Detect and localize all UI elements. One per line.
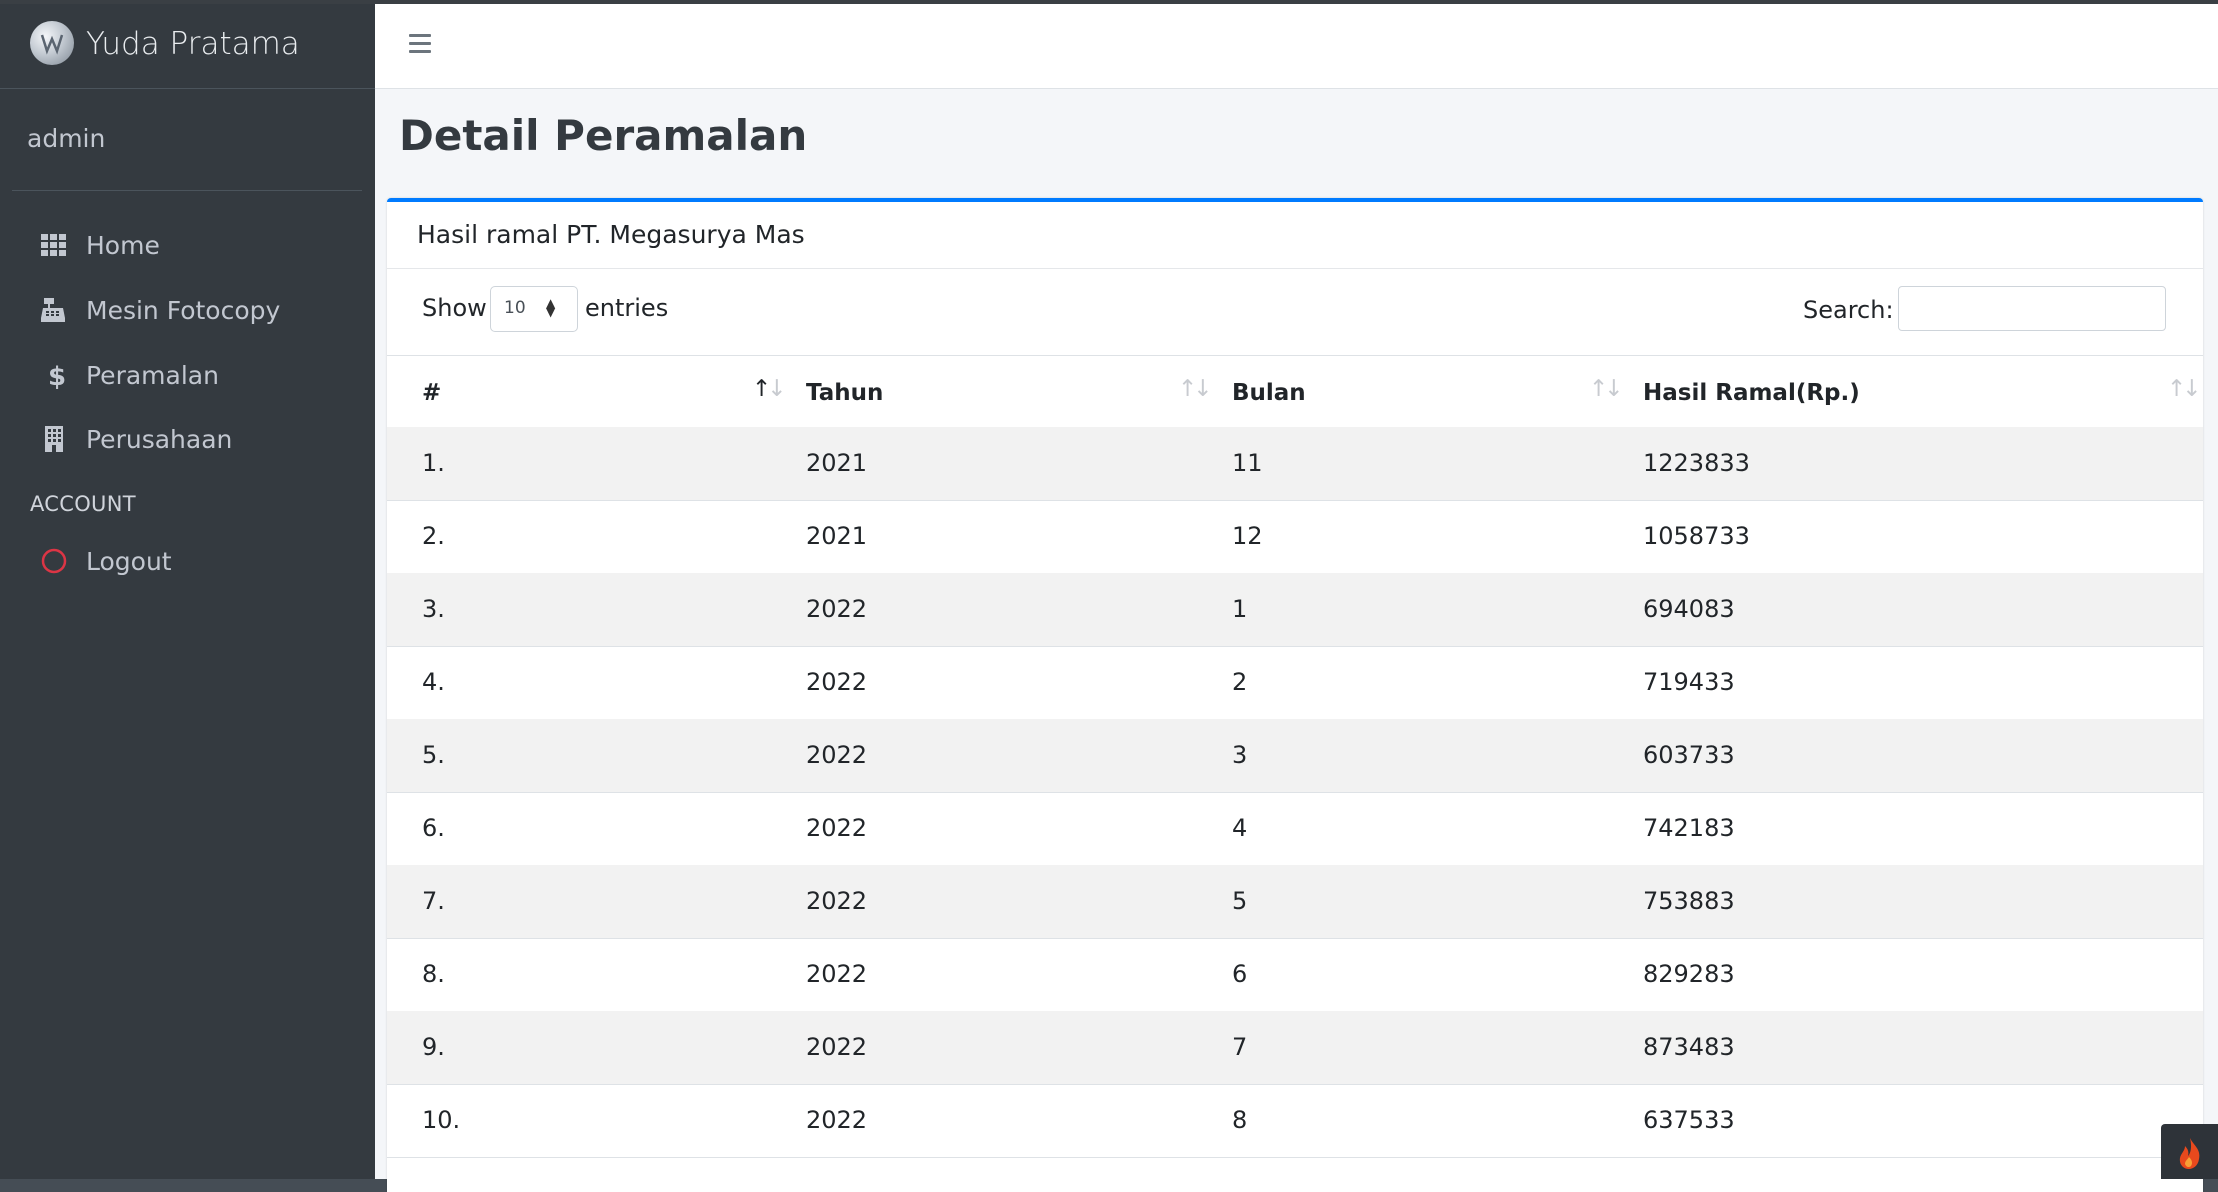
cell-tahun: 2022 (806, 595, 868, 623)
table-row: 4. 2022 2 719433 (387, 646, 2203, 720)
sort-icon: ↑↓ (2167, 376, 2201, 402)
column-header-label: Bulan (1232, 380, 1306, 406)
forecast-card: Hasil ramal PT. Megasurya Mas Show 10 ▲ ▼… (387, 198, 2203, 1192)
cell-tahun: 2021 (806, 449, 868, 477)
column-header-label: Hasil Ramal(Rp.) (1643, 380, 1860, 406)
length-show-label: Show (422, 294, 487, 322)
sidebar-item-peramalan[interactable]: $ Peramalan (20, 347, 360, 403)
brand-logo (30, 21, 74, 65)
length-entries-label: entries (585, 294, 669, 322)
building-icon (40, 425, 70, 455)
account-header: ACCOUNT (30, 492, 136, 516)
cell-hasil-ramal: 873483 (1643, 1033, 1735, 1061)
sidebar-item-perusahaan[interactable]: Perusahaan (20, 411, 360, 467)
cell-number: 4. (422, 668, 445, 696)
grid-icon (40, 231, 70, 261)
cell-tahun: 2022 (806, 814, 868, 842)
user-name[interactable]: admin (27, 124, 105, 153)
table-row: 10. 2022 8 637533 (387, 1084, 2203, 1158)
cell-tahun: 2022 (806, 741, 868, 769)
select-arrows-icon: ▲ ▼ (546, 296, 556, 319)
cell-tahun: 2021 (806, 522, 868, 550)
cell-number: 3. (422, 595, 445, 623)
column-header-label: Tahun (806, 380, 884, 406)
cell-bulan: 12 (1232, 522, 1263, 550)
cell-number: 8. (422, 960, 445, 988)
cell-number: 2. (422, 522, 445, 550)
entries-select[interactable]: 10 ▲ ▼ (490, 286, 578, 332)
cell-hasil-ramal: 694083 (1643, 595, 1735, 623)
cell-bulan: 1 (1232, 595, 1248, 623)
cell-number: 1. (422, 449, 445, 477)
entries-select-value: 10 (504, 298, 526, 318)
cash-register-icon (40, 296, 70, 326)
svg-text:$: $ (48, 362, 66, 389)
sidebar-item-label: Perusahaan (86, 425, 233, 454)
cell-hasil-ramal: 1223833 (1643, 449, 1750, 477)
cell-tahun: 2022 (806, 668, 868, 696)
cell-bulan: 7 (1232, 1033, 1248, 1061)
table-row: 2. 2021 12 1058733 (387, 500, 2203, 574)
cell-number: 5. (422, 741, 445, 769)
cell-tahun: 2022 (806, 887, 868, 915)
cell-number: 6. (422, 814, 445, 842)
cell-bulan: 5 (1232, 887, 1248, 915)
table-row: 8. 2022 6 829283 (387, 938, 2203, 1012)
debug-toolbar-button[interactable] (2161, 1124, 2218, 1179)
cell-bulan: 6 (1232, 960, 1248, 988)
cell-hasil-ramal: 637533 (1643, 1106, 1735, 1134)
table-row: 6. 2022 4 742183 (387, 792, 2203, 866)
table-row: 3. 2022 1 694083 (387, 573, 2203, 647)
cell-number: 7. (422, 887, 445, 915)
sidebar-item-mesin-fotocopy[interactable]: Mesin Fotocopy (20, 282, 360, 338)
table-row: 5. 2022 3 603733 (387, 719, 2203, 793)
circle-icon (40, 547, 70, 577)
sidebar: Yuda Pratama admin Home Mesin Fotocopy $… (0, 4, 375, 1179)
search-label: Search: (1803, 296, 1894, 324)
brand-text: Yuda Pratama (86, 26, 300, 62)
sort-icon: ↑↓ (1589, 376, 1623, 402)
card-header: Hasil ramal PT. Megasurya Mas (387, 202, 2203, 269)
cell-bulan: 2 (1232, 668, 1248, 696)
user-panel: admin (12, 88, 362, 191)
dollar-icon: $ (40, 361, 70, 392)
cell-bulan: 11 (1232, 449, 1263, 477)
cell-hasil-ramal: 829283 (1643, 960, 1735, 988)
flame-icon (2179, 1138, 2200, 1169)
sidebar-item-logout[interactable]: Logout (20, 533, 360, 589)
sidebar-item-label: Mesin Fotocopy (86, 296, 281, 325)
table-row: 9. 2022 7 873483 (387, 1011, 2203, 1085)
sidebar-item-label: Home (86, 231, 160, 260)
search-input[interactable] (1898, 286, 2166, 331)
column-header-label: # (422, 380, 442, 406)
brand-link[interactable]: Yuda Pratama (0, 4, 375, 89)
table-row: 7. 2022 5 753883 (387, 865, 2203, 939)
table-header: # ↑↓ Tahun ↑↓ Bulan ↑↓ Hasil Ramal(Rp.) … (387, 355, 2203, 431)
sort-asc-icon: ↑↓ (752, 376, 787, 402)
sort-icon: ↑↓ (1178, 376, 1212, 402)
content-wrapper: Detail Peramalan Hasil ramal PT. Megasur… (375, 89, 2218, 1192)
table-row: 1. 2021 11 1223833 (387, 427, 2203, 501)
cell-tahun: 2022 (806, 960, 868, 988)
cell-hasil-ramal: 742183 (1643, 814, 1735, 842)
cell-hasil-ramal: 753883 (1643, 887, 1735, 915)
sidebar-item-label: Logout (86, 547, 172, 576)
cell-bulan: 4 (1232, 814, 1248, 842)
cell-tahun: 2022 (806, 1106, 868, 1134)
cell-bulan: 8 (1232, 1106, 1248, 1134)
cell-number: 9. (422, 1033, 445, 1061)
cell-number: 10. (422, 1106, 461, 1134)
card-title: Hasil ramal PT. Megasurya Mas (417, 220, 805, 249)
cell-hasil-ramal: 603733 (1643, 741, 1735, 769)
cell-hasil-ramal: 719433 (1643, 668, 1735, 696)
sidebar-item-home[interactable]: Home (20, 217, 360, 273)
cell-tahun: 2022 (806, 1033, 868, 1061)
sidebar-item-label: Peramalan (86, 361, 219, 390)
menu-toggle-icon[interactable] (409, 34, 431, 54)
cell-hasil-ramal: 1058733 (1643, 522, 1750, 550)
page-title: Detail Peramalan (399, 111, 808, 160)
top-navbar (375, 4, 2218, 89)
cell-bulan: 3 (1232, 741, 1248, 769)
